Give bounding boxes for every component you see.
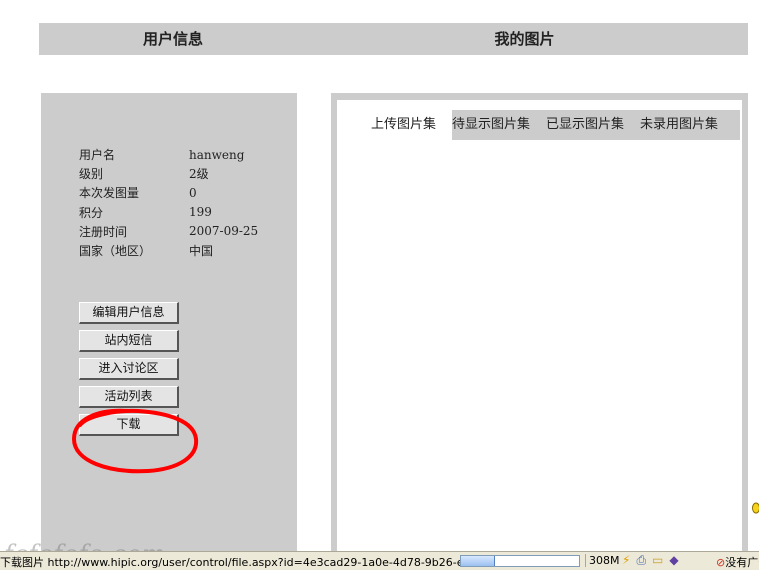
red-annotation-circle xyxy=(68,405,202,477)
edit-profile-button[interactable]: 编辑用户信息 xyxy=(79,302,179,324)
status-icons: ⚡ ⎙ ▭ ◆ xyxy=(622,553,679,568)
my-pictures-title: 我的图片 xyxy=(301,23,748,55)
user-info-table: 用户名 hanweng 级别 2级 本次发图量 0 积分 199 注册时间 20… xyxy=(79,145,258,260)
print-icon[interactable]: ⎙ xyxy=(636,553,646,568)
tab-rejected-sets[interactable]: 未录用图片集 xyxy=(632,110,726,140)
info-label: 国家（地区） xyxy=(79,242,189,259)
info-label: 级别 xyxy=(79,165,189,182)
forum-button[interactable]: 进入讨论区 xyxy=(79,358,179,380)
lightning-icon[interactable]: ⚡ xyxy=(622,553,630,568)
info-row-level: 级别 2级 xyxy=(79,164,258,183)
user-info-header: 用户信息 xyxy=(39,23,301,55)
pictures-content-area: 上传图片集 待显示图片集 已显示图片集 未录用图片集 xyxy=(337,100,742,569)
info-row-points: 积分 199 xyxy=(79,203,258,222)
bulb-icon[interactable] xyxy=(750,502,759,516)
info-row-upload-count: 本次发图量 0 xyxy=(79,183,258,202)
user-info-title: 用户信息 xyxy=(39,23,301,55)
info-label: 用户名 xyxy=(79,146,189,163)
browser-status-bar: 下载图片 http://www.hipic.org/user/control/f… xyxy=(0,551,759,570)
info-row-country: 国家（地区） 中国 xyxy=(79,241,258,260)
picture-tabs: 上传图片集 待显示图片集 已显示图片集 未录用图片集 xyxy=(363,110,726,140)
loading-progress-bar xyxy=(460,555,580,567)
diamond-icon[interactable]: ◆ xyxy=(669,553,678,568)
info-value: 中国 xyxy=(189,242,213,259)
messages-button[interactable]: 站内短信 xyxy=(79,330,179,352)
info-value: 0 xyxy=(189,186,197,200)
my-pictures-header: 我的图片 xyxy=(301,23,748,55)
info-value: 2007-09-25 xyxy=(189,224,258,238)
memory-usage: 308M xyxy=(585,554,620,567)
info-value: hanweng xyxy=(189,148,244,162)
user-info-panel: 用户名 hanweng 级别 2级 本次发图量 0 积分 199 注册时间 20… xyxy=(41,93,297,569)
info-value: 199 xyxy=(189,205,212,219)
info-row-username: 用户名 hanweng xyxy=(79,145,258,164)
tab-displayed-sets[interactable]: 已显示图片集 xyxy=(538,110,632,140)
info-label: 积分 xyxy=(79,204,189,221)
info-label: 注册时间 xyxy=(79,223,189,240)
ad-block-label: 没有广告 xyxy=(725,556,759,569)
ad-block-status[interactable]: ⊘没有广告 xyxy=(716,554,759,570)
info-label: 本次发图量 xyxy=(79,184,189,201)
info-value: 2级 xyxy=(189,165,209,182)
progress-fill xyxy=(461,556,495,566)
tab-uploaded-sets[interactable]: 上传图片集 xyxy=(363,110,444,140)
my-pictures-panel: 上传图片集 待显示图片集 已显示图片集 未录用图片集 xyxy=(331,93,748,569)
folder-icon[interactable]: ▭ xyxy=(652,553,663,568)
info-row-register-date: 注册时间 2007-09-25 xyxy=(79,222,258,241)
status-url-text: 下载图片 http://www.hipic.org/user/control/f… xyxy=(0,554,460,570)
tab-pending-sets[interactable]: 待显示图片集 xyxy=(444,110,538,140)
block-icon: ⊘ xyxy=(716,556,725,569)
